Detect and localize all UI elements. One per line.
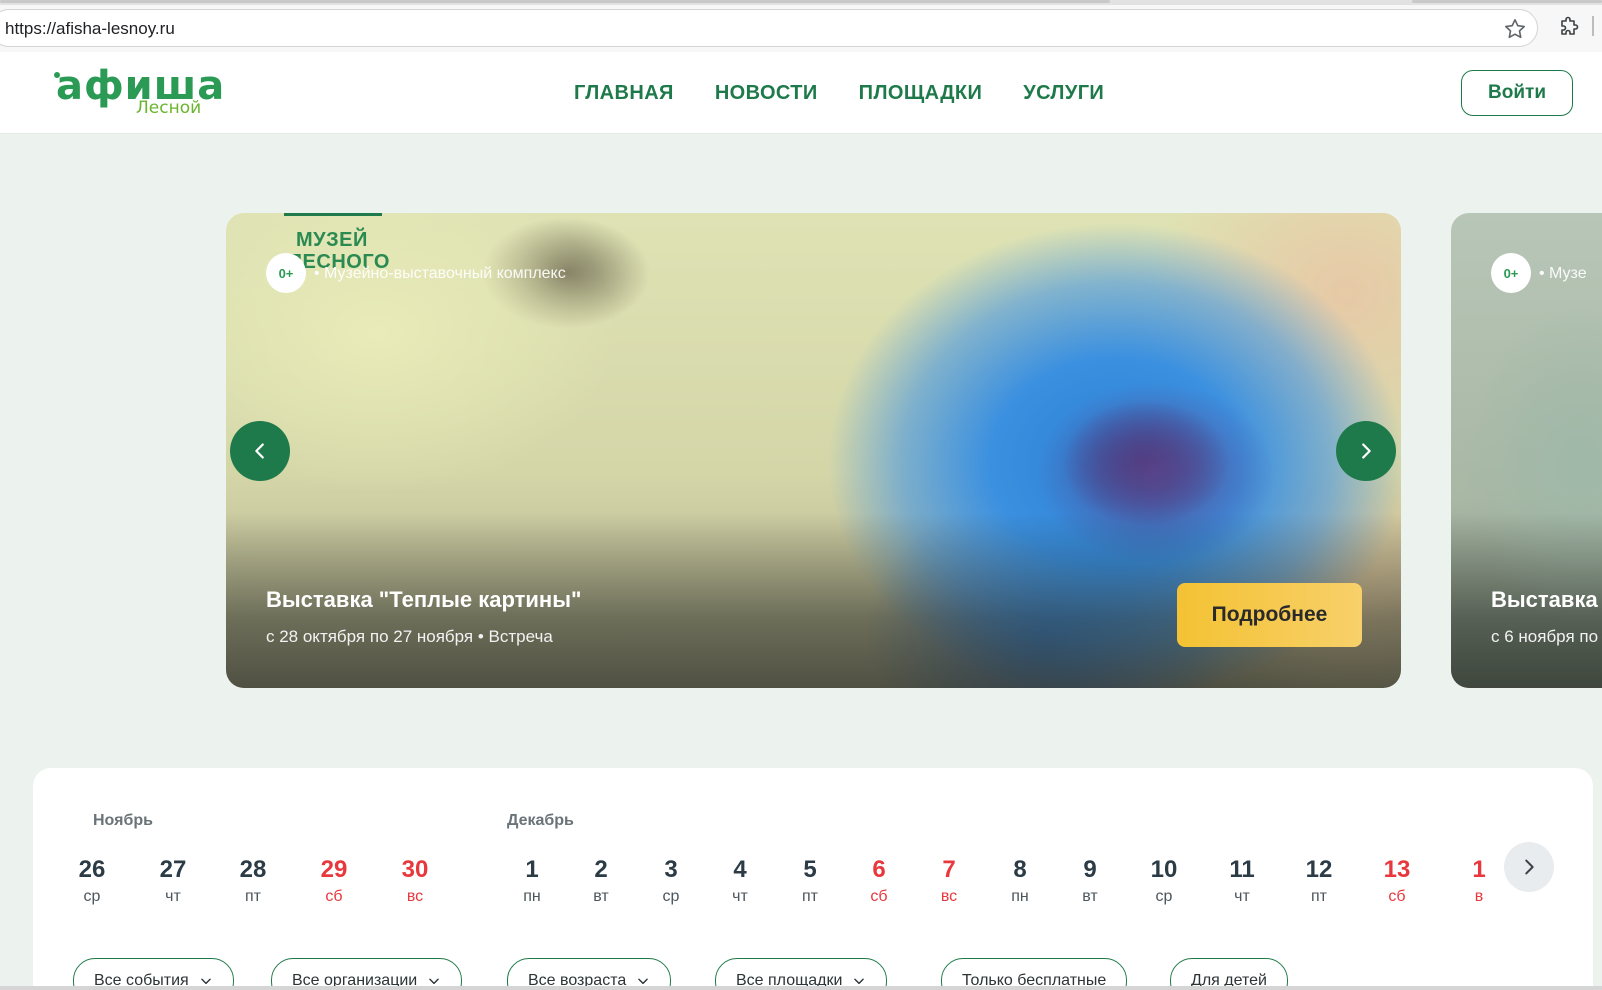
- calendar-day[interactable]: 4 чт: [710, 856, 770, 906]
- month-label-november: Ноябрь: [93, 812, 153, 829]
- day-weekday: в: [1474, 888, 1484, 905]
- event-title[interactable]: Выставка: [1491, 587, 1598, 613]
- museum-logo-line1: МУЗЕЙ: [296, 229, 368, 251]
- more-details-button[interactable]: Подробнее: [1177, 583, 1362, 647]
- calendar-day[interactable]: 2 вт: [571, 856, 631, 906]
- event-title[interactable]: Выставка "Теплые картины": [266, 587, 581, 613]
- day-weekday: вт: [593, 888, 609, 905]
- chevron-right-icon: [1525, 859, 1534, 875]
- nav-services[interactable]: УСЛУГИ: [1023, 82, 1104, 105]
- day-number: 11: [1229, 856, 1255, 883]
- date-calendar: Ноябрь Декабрь 26 ср 27 чт 28 пт 29 сб 30 вс 1 пн 2 в…: [33, 768, 1593, 990]
- calendar-day[interactable]: 26 ср: [62, 856, 122, 906]
- logo-sub-text: Лесной: [136, 98, 202, 118]
- nav-venues[interactable]: ПЛОЩАДКИ: [859, 82, 983, 105]
- url-text: https://afisha-lesnoy.ru: [5, 19, 175, 38]
- day-number: 6: [872, 856, 886, 883]
- day-weekday: чт: [165, 888, 181, 905]
- day-weekday: ср: [662, 888, 680, 905]
- tab-strip: [0, 0, 1602, 5]
- calendar-day[interactable]: 11 чт: [1212, 856, 1272, 906]
- address-bar[interactable]: https://afisha-lesnoy.ru: [0, 9, 1538, 47]
- day-weekday: сб: [325, 888, 343, 905]
- site-logo[interactable]: афиша Лесной: [54, 64, 224, 120]
- day-number: 10: [1150, 856, 1178, 883]
- slider-next-button[interactable]: [1336, 421, 1396, 481]
- extensions-puzzle-icon[interactable]: [1557, 15, 1581, 39]
- calendar-day[interactable]: 12 пт: [1289, 856, 1349, 906]
- calendar-day[interactable]: 28 пт: [223, 856, 283, 906]
- day-number: 7: [942, 856, 956, 883]
- calendar-day[interactable]: 30 вс: [385, 856, 445, 906]
- toolbar-separator: [1592, 16, 1594, 36]
- tab-indicator: [1412, 0, 1602, 3]
- museum-logo-bar: [284, 213, 382, 216]
- day-number: 2: [594, 856, 608, 883]
- age-rating-badge: 0+: [1491, 253, 1531, 293]
- calendar-day[interactable]: 5 пт: [780, 856, 840, 906]
- event-slide-next[interactable]: 0+ • Музе Выставка с 6 ноября по: [1451, 213, 1602, 688]
- day-number: 4: [733, 856, 747, 883]
- day-weekday: вс: [406, 888, 424, 905]
- day-weekday: вт: [1082, 888, 1098, 905]
- slider-prev-button[interactable]: [230, 421, 290, 481]
- chevron-right-icon: [1362, 443, 1371, 459]
- day-number: 8: [1013, 856, 1027, 883]
- browser-toolbar: https://afisha-lesnoy.ru: [0, 0, 1602, 52]
- calendar-day[interactable]: 3 ср: [641, 856, 701, 906]
- nav-news[interactable]: НОВОСТИ: [715, 82, 818, 105]
- calendar-day[interactable]: 29 сб: [304, 856, 364, 906]
- day-weekday: чт: [732, 888, 748, 905]
- calendar-day[interactable]: 8 пн: [990, 856, 1050, 906]
- main-nav: ГЛАВНАЯ НОВОСТИ ПЛОЩАДКИ УСЛУГИ: [574, 82, 1104, 105]
- event-organization: • Музейно-выставочный комплекс: [314, 265, 566, 282]
- day-number: 26: [78, 856, 106, 883]
- calendar-day[interactable]: 7 вс: [919, 856, 979, 906]
- day-number: 3: [664, 856, 678, 883]
- day-weekday: сб: [1388, 888, 1406, 905]
- day-weekday: пн: [1011, 888, 1029, 905]
- day-weekday: сб: [870, 888, 888, 905]
- event-slide-current[interactable]: МУЗЕЙ ЛЕСНОГО 0+ • Музейно-выставочный к…: [226, 213, 1401, 688]
- event-organization: • Музе: [1539, 265, 1587, 282]
- day-number: 9: [1083, 856, 1097, 883]
- day-weekday: вс: [940, 888, 958, 905]
- day-number: 1: [525, 856, 539, 883]
- age-rating-badge: 0+: [266, 253, 306, 293]
- calendar-next-button[interactable]: [1504, 842, 1554, 892]
- window-bottom-edge: [0, 986, 1602, 990]
- day-weekday: пт: [1311, 888, 1327, 905]
- calendar-day[interactable]: 27 чт: [143, 856, 203, 906]
- calendar-day[interactable]: 13 сб: [1367, 856, 1427, 906]
- calendar-day[interactable]: 10 ср: [1134, 856, 1194, 906]
- day-number: 13: [1383, 856, 1411, 883]
- day-number: 5: [803, 856, 817, 883]
- day-weekday: ср: [83, 888, 101, 905]
- calendar-day[interactable]: 6 сб: [849, 856, 909, 906]
- nav-home[interactable]: ГЛАВНАЯ: [574, 82, 674, 105]
- tab-indicator: [0, 0, 1110, 3]
- day-weekday: чт: [1234, 888, 1250, 905]
- day-number: 27: [159, 856, 187, 883]
- bookmark-star-icon[interactable]: [1503, 17, 1527, 41]
- calendar-day[interactable]: 1в: [1449, 856, 1509, 906]
- calendar-day[interactable]: 1 пн: [502, 856, 562, 906]
- month-label-december: Декабрь: [507, 812, 574, 829]
- chevron-left-icon: [255, 443, 264, 459]
- day-number: 29: [320, 856, 348, 883]
- day-weekday: пн: [523, 888, 541, 905]
- event-dates: с 28 октября по 27 ноября • Встреча: [266, 627, 553, 646]
- event-dates: с 6 ноября по: [1491, 627, 1599, 646]
- day-number: 30: [401, 856, 429, 883]
- calendar-day[interactable]: 9 вт: [1060, 856, 1120, 906]
- day-number: 1: [1472, 856, 1486, 883]
- day-number: 12: [1305, 856, 1333, 883]
- day-number: 28: [239, 856, 267, 883]
- site-header: афиша Лесной ГЛАВНАЯ НОВОСТИ ПЛОЩАДКИ УС…: [0, 52, 1602, 134]
- day-weekday: ср: [1155, 888, 1173, 905]
- day-weekday: пт: [245, 888, 261, 905]
- login-button[interactable]: Войти: [1461, 70, 1573, 116]
- day-weekday: пт: [802, 888, 818, 905]
